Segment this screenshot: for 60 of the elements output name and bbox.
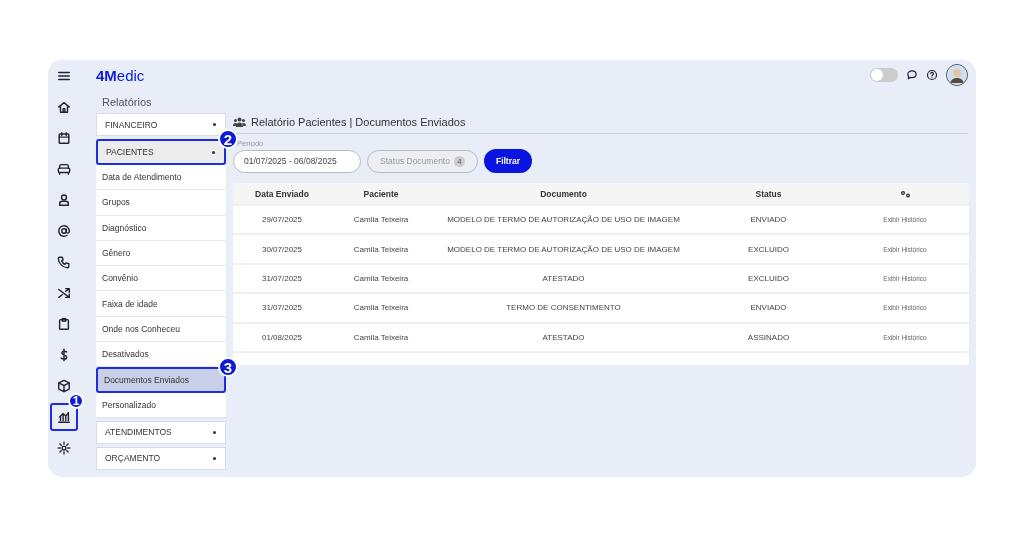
menu-item[interactable]: Grupos (96, 190, 226, 216)
at-icon (57, 224, 71, 238)
table-cell-text: EXCLUIDO (747, 244, 790, 254)
table-cell-text: 01/08/2025 (260, 332, 303, 342)
table-cell-text: ASSINADO (746, 332, 791, 342)
table-cell-text: ENVIADO (749, 215, 788, 225)
gears-icon (899, 189, 911, 198)
calendar-icon (57, 131, 71, 145)
menu-item[interactable]: Personalizado (96, 392, 226, 418)
breadcrumb: Relatórios (102, 96, 153, 108)
menu-item[interactable]: Faixa de idade (96, 291, 226, 317)
menu-item[interactable]: Data de Atendimento (96, 165, 226, 191)
menu-group[interactable]: ORÇAMENTO (96, 446, 226, 470)
menu-item[interactable]: Convênio (96, 266, 226, 292)
table-cell-text: Camila Teixeira (352, 303, 410, 313)
report-title: Relatório Pacientes | Documentos Enviados (251, 116, 466, 128)
column-header: Paciente (362, 188, 400, 199)
toggle-switch[interactable] (870, 68, 898, 82)
table-cell-text: Camila Teixeira (352, 332, 410, 342)
avatar[interactable] (946, 64, 968, 86)
clipboard-icon (57, 317, 71, 331)
menu-item[interactable]: Onde nos Conheceu (96, 316, 226, 343)
menu-group[interactable]: ATENDIMENTOS (96, 420, 226, 444)
person-icon (57, 193, 71, 207)
sofa-icon (57, 162, 71, 176)
step-badge: 2 (218, 129, 238, 149)
chart-icon (57, 410, 71, 424)
table-cell-text: MODELO DE TERMO DE AUTORIZAÇÃO DE USO DE IMAGEM (446, 244, 681, 254)
shuffle-icon (57, 286, 71, 300)
table-cell-text: Camila Teixeira (352, 273, 410, 283)
column-header: Data Enviado (254, 188, 310, 199)
table-cell-text: ENVIADO (749, 303, 788, 313)
table-cell-text: TERMO DE CONSENTIMENTO (505, 303, 622, 313)
table-cell-text: MODELO DE TERMO DE AUTORIZAÇÃO DE USO DE IMAGEM (446, 215, 681, 225)
column-header: Documento (539, 188, 588, 199)
help-icon (926, 69, 938, 81)
logo: 4Medic (96, 66, 145, 84)
table-cell-text: Camila Teixeira (352, 215, 410, 225)
table-cell-text: EXCLUIDO (747, 273, 790, 283)
menu-item[interactable]: Gênero (96, 240, 226, 267)
table-cell-text: ATESTADO (541, 273, 586, 283)
table-cell-text: 31/07/2025 (260, 273, 303, 283)
filter-button[interactable]: Filtrar (484, 149, 532, 173)
chat-icon (906, 69, 918, 81)
cube-icon (57, 379, 71, 393)
menu-group[interactable]: FINANCEIRO (96, 113, 226, 136)
table-cell-text: 29/07/2025 (260, 215, 303, 225)
gear-icon (57, 441, 71, 455)
table-cell-text: 31/07/2025 (260, 303, 303, 313)
table-cell-text: Camila Teixeira (352, 244, 410, 254)
menu-item[interactable]: Diagnóstico (96, 215, 226, 241)
people-icon (233, 117, 246, 127)
table-cell-text: 30/07/2025 (260, 244, 303, 254)
phone-icon (57, 255, 71, 269)
table-cell-text: ATESTADO (541, 332, 586, 342)
home-icon (57, 100, 71, 114)
column-header: Status (754, 188, 783, 199)
menu-icon (57, 69, 71, 83)
step-badge: 1 (68, 393, 84, 409)
date-range-field[interactable]: 01/07/2025 - 06/08/2025 (233, 149, 361, 173)
